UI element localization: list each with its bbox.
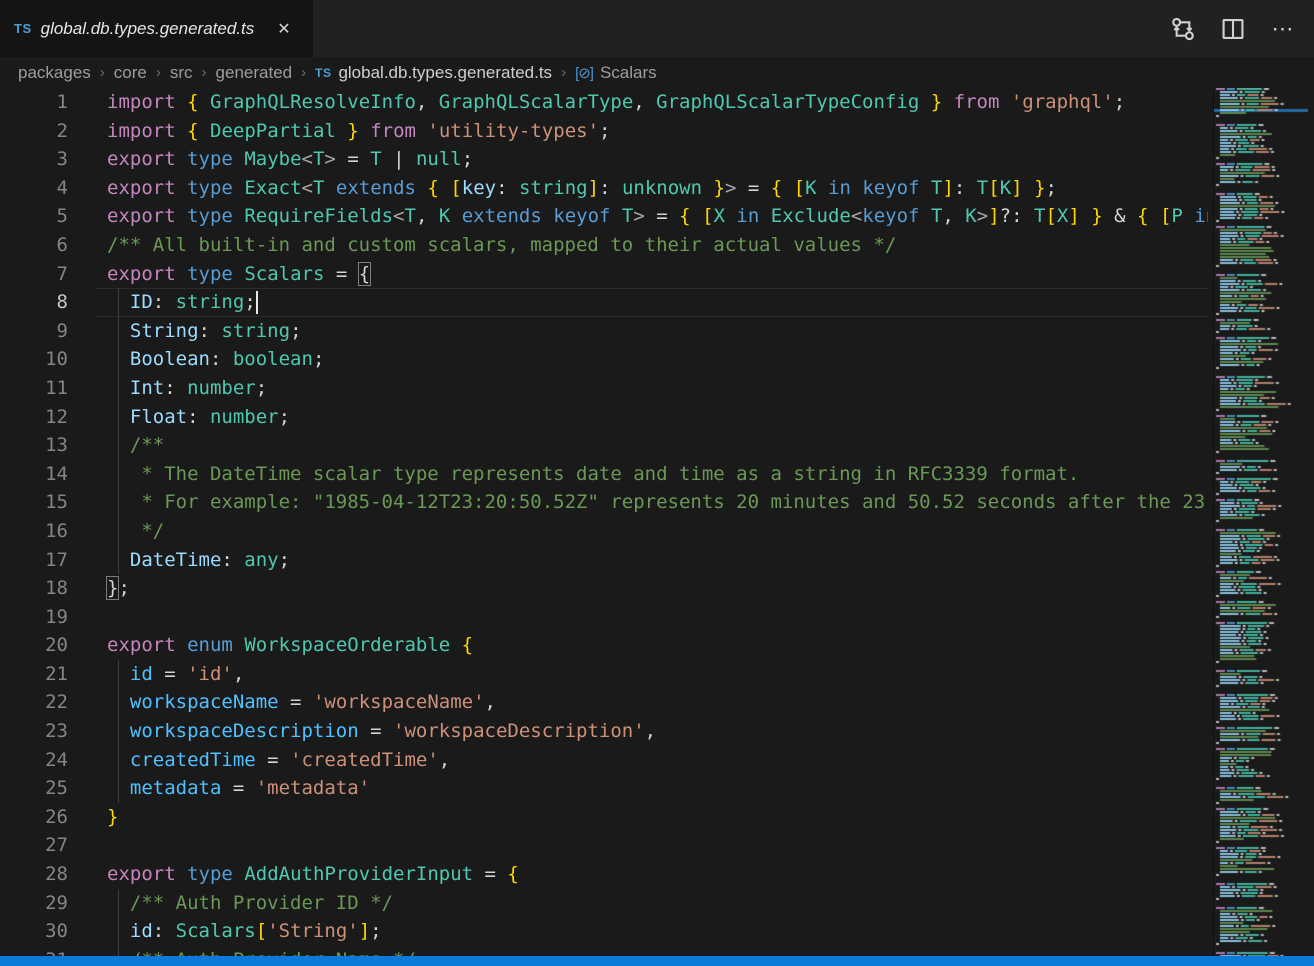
breadcrumb-item-generated[interactable]: generated — [216, 63, 293, 83]
line-number: 8 — [0, 288, 68, 317]
breadcrumb-separator-icon: › — [202, 64, 207, 81]
breadcrumb-item-global-db-types-generated-ts[interactable]: TS global.db.types.generated.ts — [315, 63, 552, 83]
vscode-editor-window: TS global.db.types.generated.ts ✕ — [0, 0, 1314, 966]
line-number: 20 — [0, 631, 68, 660]
typescript-file-icon: TS — [315, 66, 331, 80]
line-number: 13 — [0, 431, 68, 460]
line-number: 10 — [0, 345, 68, 374]
compare-changes-icon[interactable] — [1170, 16, 1196, 42]
tab-bar: TS global.db.types.generated.ts ✕ — [0, 0, 1314, 57]
line-number: 11 — [0, 374, 68, 403]
line-number: 12 — [0, 403, 68, 432]
vertical-scrollbar[interactable] — [1308, 88, 1314, 966]
split-editor-icon[interactable] — [1220, 16, 1246, 42]
line-number: 26 — [0, 803, 68, 832]
code-line[interactable]: 1import { GraphQLResolveInfo, GraphQLSca… — [0, 88, 1208, 117]
code-line[interactable]: 23 workspaceDescription = 'workspaceDesc… — [0, 717, 1208, 746]
breadcrumb-label: core — [114, 63, 147, 83]
line-number: 3 — [0, 145, 68, 174]
line-number: 5 — [0, 202, 68, 231]
minimap[interactable] — [1213, 88, 1308, 966]
code-line[interactable]: 21 id = 'id', — [0, 660, 1208, 689]
line-number: 14 — [0, 460, 68, 489]
line-number: 30 — [0, 917, 68, 946]
line-number: 23 — [0, 717, 68, 746]
tab-title: global.db.types.generated.ts — [41, 19, 255, 39]
line-number: 16 — [0, 517, 68, 546]
breadcrumb-item-core[interactable]: core — [114, 63, 147, 83]
code-line[interactable]: 8 ID: string; — [0, 288, 1208, 317]
code-line[interactable]: 7export type Scalars = { — [0, 260, 1208, 289]
breadcrumb-label: generated — [216, 63, 293, 83]
code-line[interactable]: 22 workspaceName = 'workspaceName', — [0, 688, 1208, 717]
breadcrumb-label: packages — [18, 63, 91, 83]
code-line[interactable]: 5export type RequireFields<T, K extends … — [0, 202, 1208, 231]
code-lines: 1import { GraphQLResolveInfo, GraphQLSca… — [0, 88, 1208, 966]
code-line[interactable]: 3export type Maybe<T> = T | null; — [0, 145, 1208, 174]
code-line[interactable]: 10 Boolean: boolean; — [0, 345, 1208, 374]
code-line[interactable]: 30 id: Scalars['String']; — [0, 917, 1208, 946]
line-number: 28 — [0, 860, 68, 889]
more-actions-icon[interactable]: ⋯ — [1270, 16, 1296, 42]
line-number: 29 — [0, 889, 68, 918]
breadcrumb-label: global.db.types.generated.ts — [338, 63, 552, 83]
breadcrumb-label: Scalars — [600, 63, 657, 83]
progress-accent-bar — [0, 956, 1314, 966]
line-number: 19 — [0, 603, 68, 632]
breadcrumb-item-scalars[interactable]: [⊘] Scalars — [575, 63, 657, 83]
line-number: 4 — [0, 174, 68, 203]
line-number: 24 — [0, 746, 68, 775]
code-line[interactable]: 27 — [0, 831, 1208, 860]
typescript-file-icon: TS — [14, 21, 32, 36]
code-line[interactable]: 2import { DeepPartial } from 'utility-ty… — [0, 117, 1208, 146]
breadcrumb-item-src[interactable]: src — [170, 63, 193, 83]
line-number: 18 — [0, 574, 68, 603]
code-line[interactable]: 4export type Exact<T extends { [key: str… — [0, 174, 1208, 203]
symbol-type-icon: [⊘] — [575, 64, 593, 82]
code-line[interactable]: 9 String: string; — [0, 317, 1208, 346]
editor-actions: ⋯ — [1170, 0, 1314, 57]
code-line[interactable]: 26} — [0, 803, 1208, 832]
line-number: 22 — [0, 688, 68, 717]
code-line[interactable]: 28export type AddAuthProviderInput = { — [0, 860, 1208, 889]
line-number: 21 — [0, 660, 68, 689]
code-line[interactable]: 18}; — [0, 574, 1208, 603]
line-number: 27 — [0, 831, 68, 860]
breadcrumb: packages › core › src › generated › TS global.db.… — [0, 57, 1314, 88]
code-line[interactable]: 12 Float: number; — [0, 403, 1208, 432]
line-number: 7 — [0, 260, 68, 289]
code-line[interactable]: 25 metadata = 'metadata' — [0, 774, 1208, 803]
code-line[interactable]: 13 /** — [0, 431, 1208, 460]
code-line[interactable]: 17 DateTime: any; — [0, 546, 1208, 575]
code-line[interactable]: 29 /** Auth Provider ID */ — [0, 889, 1208, 918]
breadcrumb-separator-icon: › — [301, 64, 306, 81]
code-line[interactable]: 11 Int: number; — [0, 374, 1208, 403]
line-number: 25 — [0, 774, 68, 803]
breadcrumb-item-packages[interactable]: packages — [18, 63, 91, 83]
code-editor[interactable]: 1import { GraphQLResolveInfo, GraphQLSca… — [0, 88, 1314, 966]
code-line[interactable]: 16 */ — [0, 517, 1208, 546]
line-number: 6 — [0, 231, 68, 260]
breadcrumb-label: src — [170, 63, 193, 83]
code-area[interactable]: 1import { GraphQLResolveInfo, GraphQLSca… — [0, 88, 1208, 966]
breadcrumb-separator-icon: › — [100, 64, 105, 81]
line-number: 9 — [0, 317, 68, 346]
tab-global-db-types-generated[interactable]: TS global.db.types.generated.ts ✕ — [0, 0, 313, 57]
code-line[interactable]: 14 * The DateTime scalar type represents… — [0, 460, 1208, 489]
code-line[interactable]: 20export enum WorkspaceOrderable { — [0, 631, 1208, 660]
line-number: 15 — [0, 488, 68, 517]
code-line[interactable]: 24 createdTime = 'createdTime', — [0, 746, 1208, 775]
breadcrumb-separator-icon: › — [156, 64, 161, 81]
line-number: 1 — [0, 88, 68, 117]
breadcrumb-separator-icon: › — [561, 64, 566, 81]
code-line[interactable]: 15 * For example: "1985-04-12T23:20:50.5… — [0, 488, 1208, 517]
close-tab-icon[interactable]: ✕ — [273, 17, 294, 41]
line-number: 2 — [0, 117, 68, 146]
code-line[interactable]: 6/** All built-in and custom scalars, ma… — [0, 231, 1208, 260]
code-line[interactable]: 19 — [0, 603, 1208, 632]
line-number: 17 — [0, 546, 68, 575]
